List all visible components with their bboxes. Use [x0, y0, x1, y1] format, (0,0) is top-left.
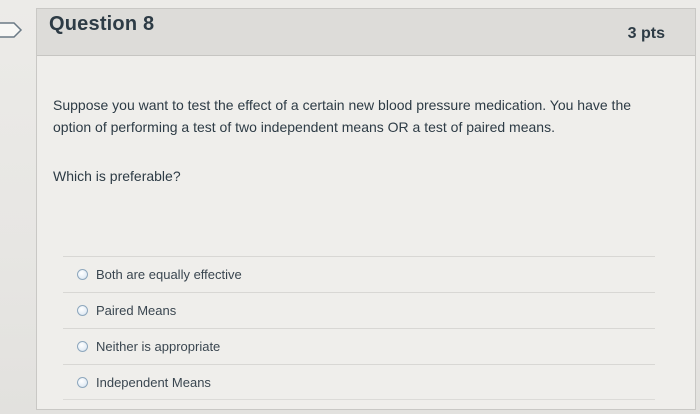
answer-label: Independent Means [96, 374, 211, 390]
answer-list: Both are equally effective Paired Means … [63, 256, 655, 400]
bookmark-flag-icon[interactable] [0, 22, 24, 38]
quiz-page: Question 8 3 pts Suppose you want to tes… [0, 0, 700, 414]
answer-option-independent-means[interactable]: Independent Means [63, 364, 655, 400]
question-header: Question 8 3 pts [37, 9, 695, 56]
question-body: Suppose you want to test the effect of a… [37, 56, 695, 409]
answer-option-paired-means[interactable]: Paired Means [63, 292, 655, 328]
question-subprompt: Which is preferable? [53, 168, 181, 184]
answer-option-both-equal[interactable]: Both are equally effective [63, 256, 655, 292]
radio-button-icon[interactable] [77, 376, 88, 388]
radio-button-icon[interactable] [77, 341, 88, 352]
radio-button-icon[interactable] [77, 269, 88, 280]
answer-label: Neither is appropriate [96, 339, 221, 354]
answer-label: Both are equally effective [96, 267, 242, 282]
question-card: Question 8 3 pts Suppose you want to tes… [36, 8, 696, 410]
radio-button-icon[interactable] [77, 305, 88, 316]
question-points: 3 pts [627, 25, 665, 42]
question-prompt: Suppose you want to test the effect of a… [53, 97, 632, 135]
question-title: Question 8 [49, 13, 155, 35]
answer-label: Paired Means [96, 303, 177, 318]
answer-option-neither[interactable]: Neither is appropriate [63, 328, 655, 364]
